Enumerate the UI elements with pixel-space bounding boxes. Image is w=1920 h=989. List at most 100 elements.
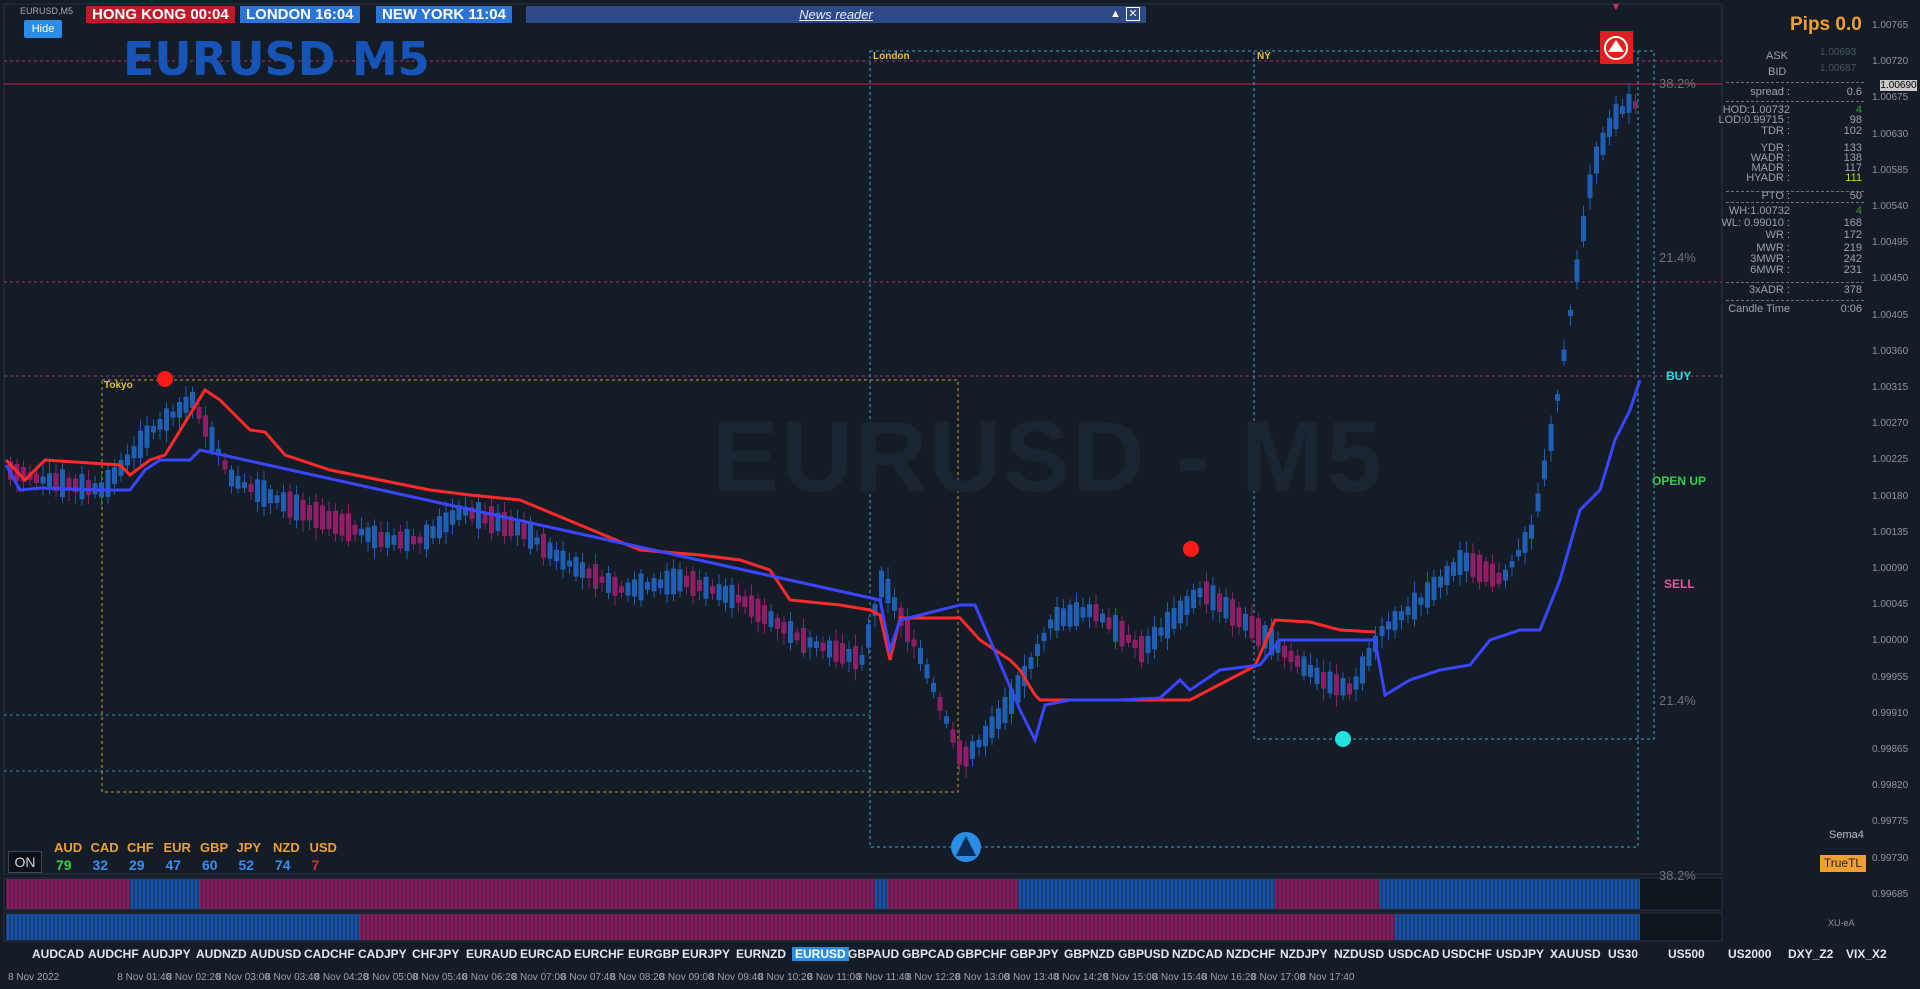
candle — [1301, 656, 1307, 676]
strength-strip-segment — [6, 879, 130, 909]
symbol-chfjpy[interactable]: CHFJPY — [412, 947, 459, 961]
symbol-xauusd[interactable]: XAUUSD — [1550, 947, 1601, 961]
truetl-button[interactable]: TrueTL — [1820, 855, 1866, 872]
symbol-vix_x2[interactable]: VIX_X2 — [1846, 947, 1887, 961]
close-icon[interactable]: ✕ — [1126, 7, 1140, 21]
time-tick-label: 8 Nov 08:20 — [610, 972, 665, 983]
symbol-audchf[interactable]: AUDCHF — [88, 947, 139, 961]
symbol-eurjpy[interactable]: EURJPY — [682, 947, 730, 961]
stat-value: 0.6 — [1846, 86, 1862, 98]
candle — [1119, 620, 1125, 647]
candle — [489, 506, 494, 534]
pips-readout: Pips 0.0 — [1790, 14, 1862, 35]
candle — [372, 525, 377, 549]
candle — [1522, 532, 1528, 553]
symbol-usdchf[interactable]: USDCHF — [1442, 947, 1492, 961]
symbol-eurnzd[interactable]: EURNZD — [736, 947, 786, 961]
symbol-audusd[interactable]: AUDUSD — [250, 947, 301, 961]
candle — [1620, 106, 1625, 114]
candle — [411, 535, 416, 545]
candle — [1594, 146, 1599, 174]
symbol-nzdcad[interactable]: NZDCAD — [1172, 947, 1223, 961]
currency-strength-value: 47 — [165, 857, 182, 873]
candle — [1054, 606, 1060, 631]
candle — [385, 532, 390, 548]
symbol-eurusd[interactable]: EURUSD — [792, 947, 849, 961]
symbol-usdjpy[interactable]: USDJPY — [1496, 947, 1544, 961]
symbol-cadjpy[interactable]: CADJPY — [358, 947, 407, 961]
red-dot-marker — [157, 371, 173, 387]
candle — [1100, 613, 1105, 623]
currency-strength-value: 74 — [275, 857, 291, 873]
news-reader-title[interactable]: News reader — [526, 6, 1146, 23]
xu-ea-label: XU-eA — [1828, 918, 1855, 928]
candle — [1633, 101, 1638, 109]
candle — [125, 454, 130, 466]
candle — [1451, 562, 1456, 576]
candle — [1210, 585, 1216, 611]
triangle-up-icon[interactable]: ▲ — [1108, 7, 1123, 21]
symbol-gbpnzd[interactable]: GBPNZD — [1064, 947, 1115, 961]
hide-button[interactable]: Hide — [24, 20, 62, 38]
open-up-signal: OPEN UP — [1652, 474, 1707, 488]
symbol-us30[interactable]: US30 — [1608, 947, 1638, 961]
candle — [716, 584, 722, 601]
time-tick-label: 8 Nov 03:00 — [215, 972, 270, 983]
symbol-gbpchf[interactable]: GBPCHF — [956, 947, 1007, 961]
price-tick-label: 1.00450 — [1872, 273, 1909, 285]
symbol-audjpy[interactable]: AUDJPY — [142, 947, 191, 961]
symbol-gbpjpy[interactable]: GBPJPY — [1010, 947, 1059, 961]
news-reader-bar[interactable]: News reader ▲ ✕ — [526, 6, 1146, 23]
candle — [768, 611, 774, 627]
time-tick-label: 8 Nov 16:20 — [1201, 972, 1256, 983]
symbol-us2000[interactable]: US2000 — [1728, 947, 1771, 961]
symbol-cadchf[interactable]: CADCHF — [304, 947, 355, 961]
symbol-us500[interactable]: US500 — [1668, 947, 1705, 961]
candle — [1535, 493, 1541, 512]
stats-divider — [1726, 300, 1864, 301]
symbol-eurcad[interactable]: EURCAD — [520, 947, 571, 961]
candle — [989, 716, 995, 739]
time-tick-label: 8 Nov 15:40 — [1152, 972, 1207, 983]
price-tick-label: 1.00135 — [1872, 526, 1909, 538]
symbol-euraud[interactable]: EURAUD — [466, 947, 517, 961]
candle — [1243, 613, 1248, 631]
clock-new-york: NEW YORK 11:04 — [376, 6, 512, 23]
candle — [833, 640, 839, 662]
symbol-audcad[interactable]: AUDCAD — [32, 947, 84, 961]
candle — [1438, 576, 1443, 588]
candle — [222, 460, 228, 470]
symbol-gbpaud[interactable]: GBPAUD — [848, 947, 899, 961]
candle — [242, 482, 247, 489]
stats-divider — [1726, 82, 1864, 83]
symbol-nzdchf[interactable]: NZDCHF — [1226, 947, 1275, 961]
strength-strip-segment — [130, 879, 200, 909]
on-toggle-button[interactable]: ON — [8, 851, 42, 873]
candle — [1126, 634, 1131, 643]
candle — [1074, 602, 1079, 626]
symbol-eurgbp[interactable]: EURGBP — [628, 947, 679, 961]
chart-watermark: EURUSD - M5 — [712, 401, 1385, 513]
price-tick-label: 1.00720 — [1872, 56, 1909, 68]
symbol-nzdusd[interactable]: NZDUSD — [1334, 947, 1384, 961]
candle — [1529, 524, 1534, 539]
currency-code: AUD — [54, 840, 83, 855]
symbol-gbpcad[interactable]: GBPCAD — [902, 947, 954, 961]
price-tick-label: 0.99775 — [1872, 816, 1909, 828]
candle — [430, 526, 436, 539]
candle — [801, 627, 806, 653]
strength-strip-segment — [360, 914, 1395, 940]
symbol-gbpusd[interactable]: GBPUSD — [1118, 947, 1169, 961]
symbol-dxy_z2[interactable]: DXY_Z2 — [1788, 947, 1833, 961]
candle — [424, 524, 429, 550]
candle — [892, 597, 897, 611]
candle — [638, 573, 644, 601]
candle — [814, 641, 819, 648]
symbol-usdcad[interactable]: USDCAD — [1388, 947, 1439, 961]
symbol-nzdjpy[interactable]: NZDJPY — [1280, 947, 1327, 961]
candle — [580, 562, 585, 578]
candle — [1555, 394, 1560, 401]
symbol-eurchf[interactable]: EURCHF — [574, 947, 624, 961]
currency-code: NZD — [273, 840, 300, 855]
symbol-audnzd[interactable]: AUDNZD — [196, 947, 247, 961]
